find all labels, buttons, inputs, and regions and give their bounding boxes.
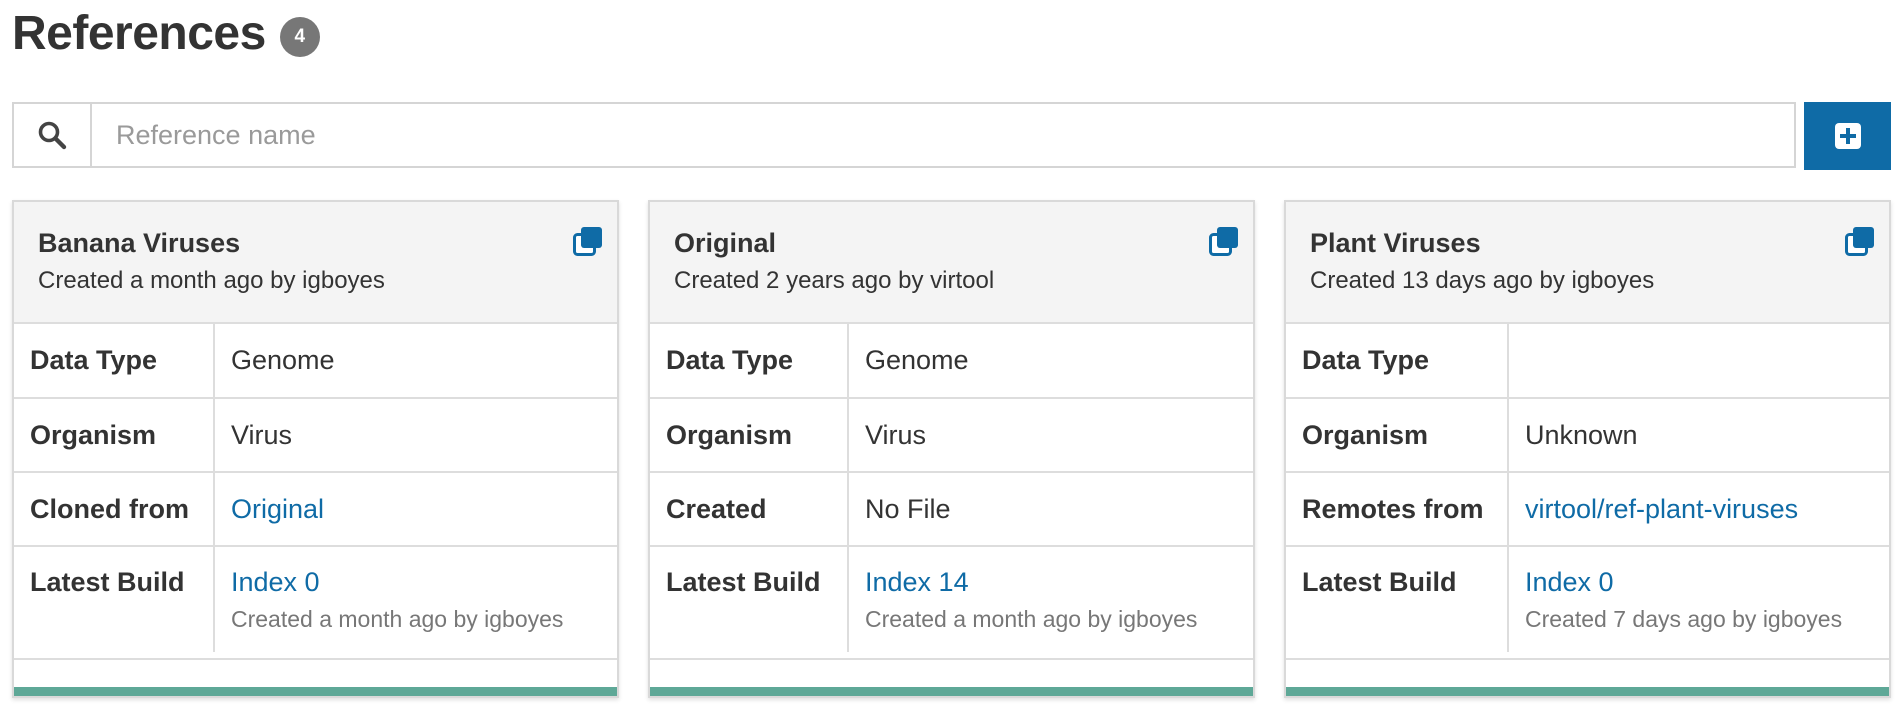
cloned-from-link[interactable]: Original	[231, 494, 324, 524]
progress-bar	[650, 687, 1253, 696]
reference-name: Banana Viruses	[38, 228, 241, 258]
latest-build-row: Latest Build Index 0 Created a month ago…	[14, 545, 617, 652]
card-footer	[14, 658, 617, 696]
latest-build-row: Latest Build Index 14 Created a month ag…	[650, 545, 1253, 652]
reference-created: Created 2 years ago by virtool	[674, 267, 995, 294]
reference-name: Plant Viruses	[1310, 228, 1481, 258]
search-input[interactable]	[92, 104, 1794, 166]
latest-build-cell: Index 0 Created a month ago by igboyes	[214, 545, 617, 652]
latest-build-row: Latest Build Index 0 Created 7 days ago …	[1286, 545, 1889, 652]
property-value: Unknown	[1508, 397, 1889, 472]
toolbar	[12, 102, 1891, 170]
plus-square-icon	[1834, 123, 1861, 149]
property-row: Organism Virus	[14, 397, 617, 472]
card-header: Original Created 2 years ago by virtool	[650, 202, 1253, 324]
property-row: Remotes from virtool/ref-plant-viruses	[1286, 471, 1889, 546]
latest-build-cell: Index 0 Created 7 days ago by igboyes	[1508, 545, 1889, 652]
property-key: Data Type	[14, 324, 215, 398]
property-row: Cloned from Original	[14, 471, 617, 546]
latest-build-link[interactable]: Index 14	[865, 567, 1252, 598]
property-row: Data Type Genome	[14, 324, 617, 398]
property-row: Data Type	[1286, 324, 1889, 398]
property-key: Cloned from	[14, 471, 215, 546]
property-key: Data Type	[1286, 324, 1509, 398]
property-key: Latest Build	[14, 545, 215, 652]
property-value: No File	[848, 471, 1253, 546]
reference-properties: Data Type Genome Organism Virus Created …	[650, 324, 1253, 652]
property-value-cell: Original	[214, 471, 617, 546]
remotes-from-link[interactable]: virtool/ref-plant-viruses	[1525, 494, 1798, 524]
property-value: Virus	[848, 397, 1253, 472]
property-value: Virus	[214, 397, 617, 472]
progress-fill	[14, 687, 617, 696]
clone-icon[interactable]	[573, 226, 603, 256]
property-row: Data Type Genome	[650, 324, 1253, 398]
property-key: Organism	[1286, 397, 1509, 472]
latest-build-created: Created a month ago by igboyes	[231, 606, 564, 632]
progress-fill	[650, 687, 1253, 696]
reference-name: Original	[674, 228, 777, 258]
property-value	[1508, 324, 1889, 398]
card-header: Plant Viruses Created 13 days ago by igb…	[1286, 202, 1889, 324]
progress-bar	[14, 687, 617, 696]
references-page: References 4 Banana Viruses Created a mo	[0, 0, 1904, 710]
reference-created: Created 13 days ago by igboyes	[1310, 267, 1655, 294]
property-row: Created No File	[650, 471, 1253, 546]
property-key: Latest Build	[1286, 545, 1509, 652]
card-footer	[1286, 658, 1889, 696]
reference-properties: Data Type Genome Organism Virus Cloned f…	[14, 324, 617, 652]
latest-build-link[interactable]: Index 0	[1525, 567, 1888, 598]
reference-properties: Data Type Organism Unknown Remotes from …	[1286, 324, 1889, 652]
search-icon	[14, 104, 92, 166]
property-key: Organism	[14, 397, 215, 472]
clone-icon[interactable]	[1209, 226, 1239, 256]
property-key: Organism	[650, 397, 849, 472]
property-key: Latest Build	[650, 545, 849, 652]
property-key: Created	[650, 471, 849, 546]
reference-card[interactable]: Original Created 2 years ago by virtool …	[648, 200, 1255, 698]
latest-build-link[interactable]: Index 0	[231, 567, 616, 598]
card-header: Banana Viruses Created a month ago by ig…	[14, 202, 617, 324]
card-footer	[650, 658, 1253, 696]
progress-fill	[1286, 687, 1889, 696]
create-reference-button[interactable]	[1804, 102, 1891, 170]
property-value: Genome	[231, 345, 335, 375]
clone-icon[interactable]	[1845, 226, 1875, 256]
property-key: Data Type	[650, 324, 849, 398]
latest-build-cell: Index 14 Created a month ago by igboyes	[848, 545, 1253, 652]
latest-build-created: Created 7 days ago by igboyes	[1525, 606, 1843, 632]
progress-bar	[1286, 687, 1889, 696]
reference-created: Created a month ago by igboyes	[38, 267, 385, 294]
page-header: References 4	[12, 6, 320, 61]
latest-build-created: Created a month ago by igboyes	[865, 606, 1198, 632]
property-key: Remotes from	[1286, 471, 1509, 546]
property-value-cell: virtool/ref-plant-viruses	[1508, 471, 1889, 546]
reference-card[interactable]: Plant Viruses Created 13 days ago by igb…	[1284, 200, 1891, 698]
reference-card[interactable]: Banana Viruses Created a month ago by ig…	[12, 200, 619, 698]
count-badge: 4	[279, 16, 320, 57]
page-title: References	[12, 7, 266, 60]
property-row: Organism Virus	[650, 397, 1253, 472]
search-group	[12, 102, 1796, 168]
property-row: Organism Unknown	[1286, 397, 1889, 472]
property-value: Genome	[865, 345, 969, 375]
